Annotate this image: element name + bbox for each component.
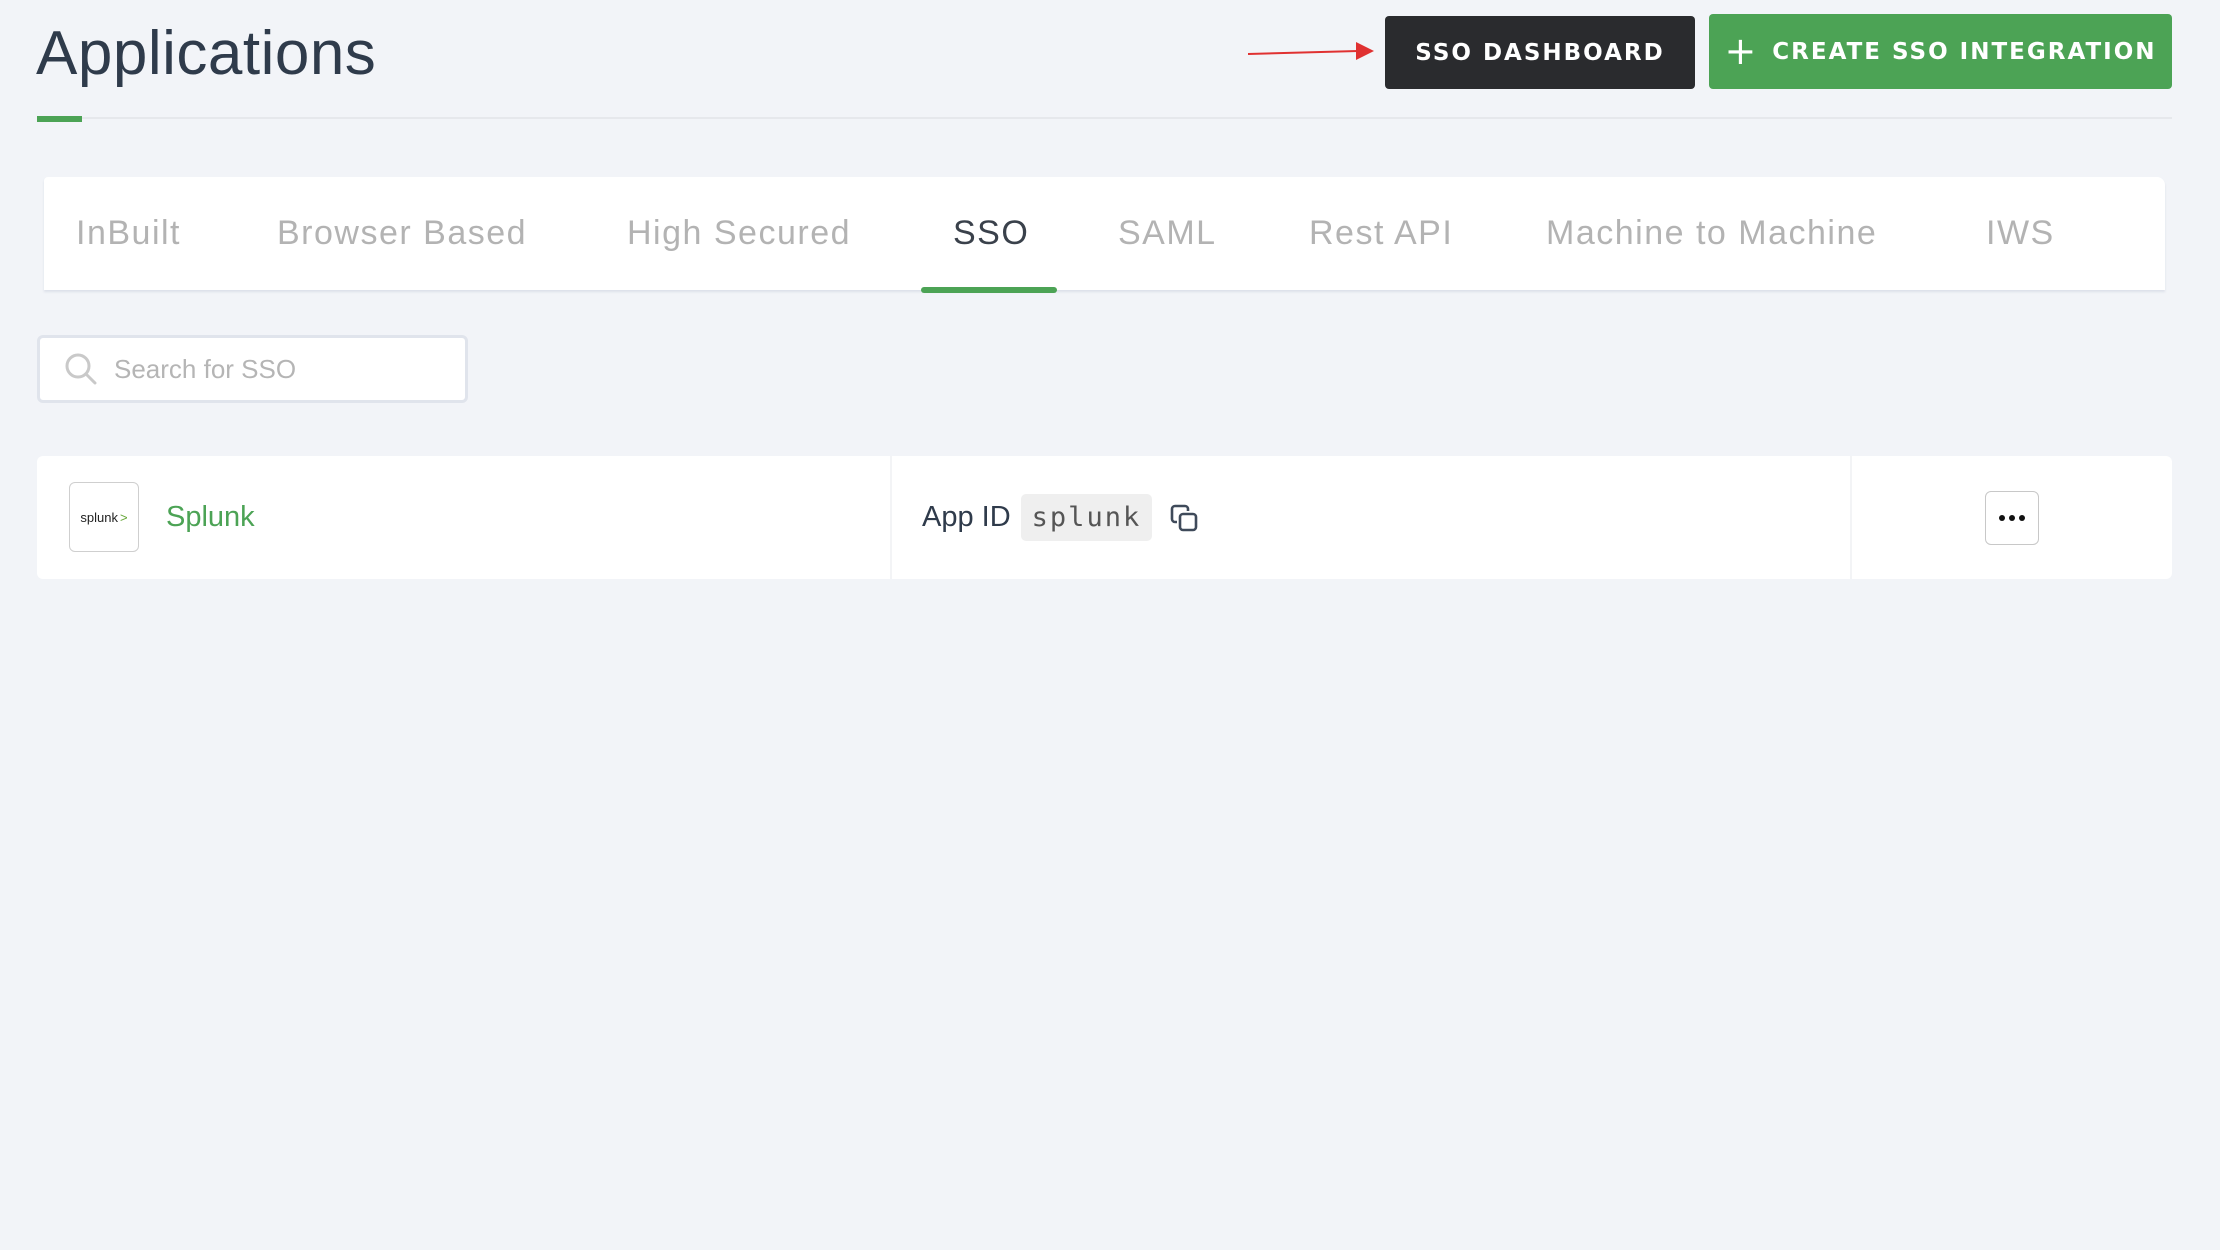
application-row: splunk > Splunk App ID splunk [37,456,2172,579]
tab-saml[interactable]: SAML [1118,177,1217,290]
plus-icon: + [1724,28,1759,73]
sso-dashboard-button[interactable]: SSO DASHBOARD [1385,16,1695,89]
column-divider [1850,456,1852,579]
app-id-label: App ID [922,501,1011,533]
app-name-link[interactable]: Splunk [166,456,255,579]
copy-icon[interactable] [1168,502,1200,534]
tab-sso[interactable]: SSO [953,177,1029,290]
app-logo-chevron: > [119,509,128,525]
app-id-value: splunk [1020,494,1153,541]
more-horizontal-icon-dot [2009,515,2015,521]
title-accent-bar [37,116,82,122]
tab-high-secured[interactable]: High Secured [627,177,851,290]
tab-browser-based[interactable]: Browser Based [277,177,527,290]
more-horizontal-icon-dot [2019,515,2025,521]
search-field[interactable] [37,335,468,403]
header-divider [82,117,2172,119]
tab-machine-to-machine[interactable]: Machine to Machine [1546,177,1877,290]
more-horizontal-icon-dot [1999,515,2005,521]
page-title: Applications [36,19,377,88]
tab-iws[interactable]: IWS [1986,177,2055,290]
tab-inbuilt[interactable]: InBuilt [76,177,181,290]
app-logo: splunk > [69,482,139,552]
create-sso-integration-button[interactable]: + CREATE SSO INTEGRATION [1709,14,2172,89]
app-logo-text: splunk [80,509,118,525]
tab-bar: InBuilt Browser Based High Secured SSO S… [44,177,2165,290]
active-tab-indicator [921,287,1057,293]
annotation-arrow-icon [1248,42,1374,60]
column-divider [890,456,892,579]
create-sso-label: CREATE SSO INTEGRATION [1772,38,2157,65]
tab-rest-api[interactable]: Rest API [1309,177,1453,290]
sso-dashboard-label: SSO DASHBOARD [1415,39,1665,66]
more-actions-button[interactable] [1985,491,2039,545]
search-input[interactable] [112,352,436,386]
app-id-group: App ID splunk [922,456,1200,579]
search-icon [65,353,97,385]
